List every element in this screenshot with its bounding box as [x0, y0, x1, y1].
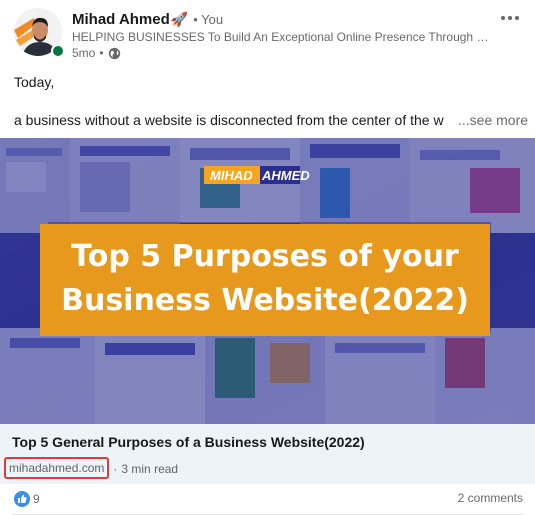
post-text-line2-row: a business without a website is disconne… [14, 110, 529, 130]
meta-separator: · [113, 462, 118, 476]
post-image-graphic: MIHAD AHMED Top 5 Purposes of your Busin… [0, 138, 535, 424]
post-text-line1: Today, [14, 74, 55, 90]
post-header: Mihad Ahmed 🚀 • You HELPING BUSINESSES T… [0, 0, 535, 66]
author-name[interactable]: Mihad Ahmed [72, 11, 170, 28]
brand-highlight: MIHAD [210, 168, 253, 183]
post-time: 5mo [72, 46, 96, 60]
reactions-count-button[interactable]: 9 [14, 491, 40, 507]
rocket-icon: 🚀 [170, 10, 189, 27]
connection-degree: • You [193, 11, 224, 27]
article-title[interactable]: Top 5 General Purposes of a Business Web… [12, 434, 365, 450]
presence-indicator [51, 44, 65, 58]
article-source[interactable]: mihadahmed.com [9, 461, 104, 475]
article-source-highlight: mihadahmed.com [4, 457, 110, 479]
social-counts: 9 2 comments [0, 484, 535, 515]
see-more-button[interactable]: ...see more [456, 110, 529, 130]
comments-count-link[interactable]: 2 comments [458, 491, 523, 505]
brand-rest: AHMED [261, 168, 310, 183]
more-dot [501, 16, 505, 20]
author-name-row: Mihad Ahmed 🚀 • You [72, 10, 223, 28]
image-headline-line2: Business Website(2022) [61, 283, 469, 318]
more-dot [508, 16, 512, 20]
reactions-count: 9 [33, 492, 40, 506]
more-dot [515, 16, 519, 20]
feed-post: Mihad Ahmed 🚀 • You HELPING BUSINESSES T… [0, 0, 535, 515]
post-text-line2: a business without a website is disconne… [14, 112, 444, 128]
author-headline: HELPING BUSINESSES To Build An Exception… [72, 30, 490, 44]
article-link-card[interactable]: Top 5 General Purposes of a Business Web… [0, 424, 535, 484]
post-image[interactable]: MIHAD AHMED Top 5 Purposes of your Busin… [0, 138, 535, 424]
like-icon [14, 491, 30, 507]
article-meta: mihadahmed.com · 3 min read [4, 457, 179, 479]
article-read-time: 3 min read [121, 462, 179, 476]
more-options-button[interactable] [497, 8, 523, 28]
image-headline-line1: Top 5 Purposes of your [71, 239, 459, 274]
globe-icon [108, 47, 120, 59]
post-meta: 5mo • [72, 45, 121, 61]
meta-separator: • [99, 46, 104, 60]
